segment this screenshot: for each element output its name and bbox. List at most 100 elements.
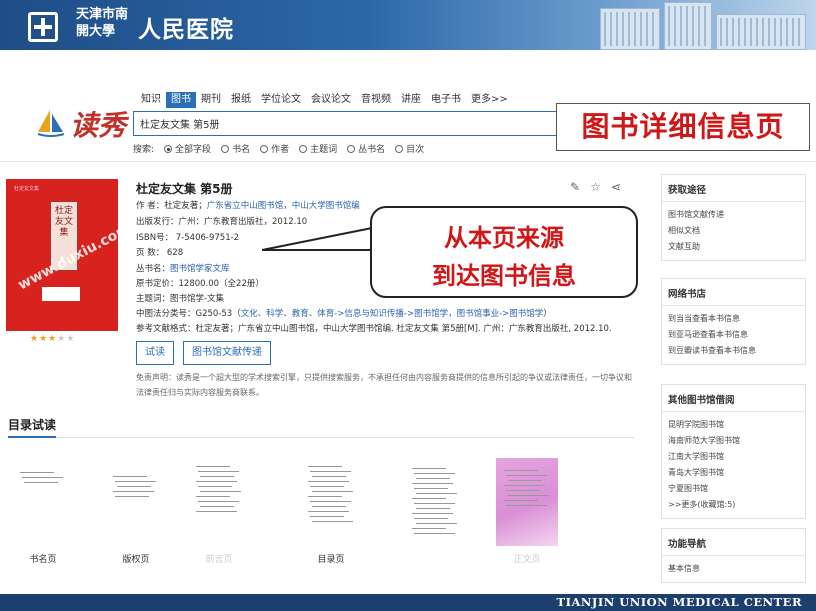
sidebar-link[interactable]: 基本信息 [668, 561, 799, 577]
book-cover-image[interactable]: 杜定友文集 杜定友文集 www.duxiu.com [6, 179, 118, 331]
citation-line: 参考文献格式：杜定友著；广东省立中山图书馆，中山大学图书馆编. 杜定友文集 第5… [136, 324, 612, 334]
toc-page-thumbnail[interactable] [105, 458, 167, 546]
author-value: 杜定友著； [164, 201, 207, 211]
author-line: 作 者：杜定友著；广东省立中山图书馆，中山大学图书馆编 [136, 199, 360, 211]
thumbnail-text-line [196, 511, 237, 512]
thumbnail-text-line [506, 505, 547, 506]
scope-option-label: 目次 [406, 145, 425, 155]
tab-5[interactable]: 会议论文 [306, 92, 356, 108]
sidebar-link[interactable]: 海南师范大学图书馆 [668, 433, 799, 449]
sidebar-link[interactable]: 青岛大学图书馆 [668, 465, 799, 481]
callout-line-1: 从本页来源 [444, 224, 564, 252]
tab-1[interactable]: 图书 [166, 92, 196, 108]
star-favorite-icon[interactable]: ☆ [590, 180, 601, 194]
thumbnail-text-line [508, 480, 542, 481]
series-link[interactable]: 图书馆学家文库 [170, 264, 230, 274]
callout-pointer [262, 227, 373, 251]
tab-4[interactable]: 学位论文 [256, 92, 306, 108]
scope-option[interactable]: 全部字段 [164, 142, 211, 155]
sidebar-link[interactable]: 相似文档 [668, 223, 799, 239]
thumbnail-text-line [22, 477, 63, 478]
sidebar-link[interactable]: 江南大学图书馆 [668, 449, 799, 465]
sidebar-link[interactable]: >>更多(收藏馆:5) [668, 497, 799, 513]
scope-option[interactable]: 作者 [260, 142, 289, 155]
rating-stars: ★ ★ ★ ★ ★ [30, 334, 74, 344]
sidebar-box: 网络书店 到当当查看本书信息 到亚马逊查看本书信息 到豆瓣读书查看本书信息 [661, 278, 806, 365]
callout-bubble: 从本页来源 到达图书信息 [370, 206, 638, 298]
search-scope-options: 搜索: 全部字段 书名 作者 主题词 丛书名 目次 [133, 142, 424, 155]
sidebar-list: 到当当查看本书信息 到亚马逊查看本书信息 到豆瓣读书查看本书信息 [662, 306, 805, 364]
thumbnail-text-line [113, 476, 147, 477]
radio-icon[interactable] [347, 145, 356, 153]
toc-page-thumbnail[interactable] [496, 458, 558, 546]
toc-page-label: 书名页 [29, 555, 57, 565]
annotation-label: 图书详细信息页 [556, 103, 810, 151]
thumbnail-text-line [308, 481, 349, 482]
toc-page-label: 前言页 [205, 555, 233, 565]
edit-icon[interactable]: ✎ [570, 180, 580, 194]
sidebar-link[interactable]: 到亚马逊查看本书信息 [668, 327, 799, 343]
disclaimer-text: 免责声明：读秀是一个超大型的学术搜索引擎，只提供搜索服务，不承担任何由内容服务商… [136, 373, 632, 397]
tab-6[interactable]: 音视频 [356, 92, 396, 108]
scope-option[interactable]: 丛书名 [347, 142, 385, 155]
thumbnail-text-line [24, 482, 58, 483]
thumbnail-text-line [504, 470, 538, 471]
tab-3[interactable]: 报纸 [226, 92, 256, 108]
cover-header-text: 杜定友文集 [14, 186, 40, 192]
thumbnail-text-line [200, 506, 234, 507]
scope-option-label: 书名 [232, 145, 251, 155]
toc-page-thumbnail[interactable] [404, 458, 466, 546]
thumbnail-text-line [310, 471, 351, 472]
tab-8[interactable]: 电子书 [426, 92, 466, 108]
toc-page-thumbnail[interactable] [12, 458, 74, 546]
page: 天津市南開大學 人民医院 读秀 知识 图书 期刊 报纸 学位论文 会议论文 音视频 讲座 电子书… [0, 0, 816, 611]
trial-read-button[interactable]: 试读 [136, 341, 174, 365]
clc-label: 中图法分类号：G250-53（ [136, 309, 241, 319]
price-line: 原书定价：12800.00（全22册） [136, 279, 264, 289]
sidebar-link[interactable]: 昆明学院图书馆 [668, 417, 799, 433]
toc-page-thumbnail[interactable] [188, 458, 250, 546]
thumbnail-text-line [416, 508, 450, 509]
sidebar-link[interactable]: 到当当查看本书信息 [668, 311, 799, 327]
scope-option-label: 作者 [271, 145, 290, 155]
radio-icon[interactable] [299, 145, 308, 153]
radio-icon[interactable] [260, 145, 269, 153]
thumbnail-text-line [308, 511, 349, 512]
clc-links[interactable]: 文化、科学、教育、体育->信息与知识传播->图书馆学，图书馆事业->图书馆学 [241, 309, 544, 319]
isbn-line: ISBN号： 7-5406-9751-2 [136, 233, 240, 243]
share-icon[interactable]: ⋖ [611, 180, 621, 194]
library-delivery-button[interactable]: 图书馆文献传递 [183, 341, 271, 365]
tab-9[interactable]: 更多>> [466, 92, 513, 108]
thumbnail-text-line [115, 481, 156, 482]
toc-title: 目录试读 [8, 418, 57, 432]
thumbnail-text-line [198, 471, 239, 472]
scope-option[interactable]: 目次 [395, 142, 424, 155]
thumbnail-text-line [312, 491, 353, 492]
toc-page-label: 版权页 [122, 555, 150, 565]
sidebar-link[interactable]: 到豆瓣读书查看本书信息 [668, 343, 799, 359]
thumbnail-text-line [310, 501, 351, 502]
thumbnail-text-line [312, 521, 353, 522]
sidebar-link[interactable]: 宁夏图书馆 [668, 481, 799, 497]
toc-page-thumbnail[interactable] [300, 458, 362, 546]
hospital-banner: 天津市南開大學 人民医院 [0, 0, 816, 50]
sidebar-link[interactable]: 文献互助 [668, 239, 799, 255]
thumbnail-text-line [416, 478, 450, 479]
thumbnail-text-line [414, 473, 455, 474]
radio-icon[interactable] [221, 145, 230, 153]
scope-option[interactable]: 书名 [221, 142, 250, 155]
sidebar-list: 昆明学院图书馆 海南师范大学图书馆 江南大学图书馆 青岛大学图书馆 宁夏图书馆 >>更多(… [662, 412, 805, 518]
tab-7[interactable]: 讲座 [396, 92, 426, 108]
pages-line: 页 数： 628 [136, 248, 184, 258]
toc-page-label: 正文页 [513, 555, 541, 565]
thumbnail-text-line [113, 491, 154, 492]
radio-icon[interactable] [395, 145, 404, 153]
author-orgs-link[interactable]: 广东省立中山图书馆，中山大学图书馆编 [207, 201, 360, 211]
tab-2[interactable]: 期刊 [196, 92, 226, 108]
thumbnail-text-line [414, 503, 455, 504]
search-input[interactable]: 杜定友文集 第5册 [133, 111, 563, 136]
radio-icon[interactable] [164, 145, 173, 153]
tab-0[interactable]: 知识 [136, 92, 166, 108]
scope-option[interactable]: 主题词 [299, 142, 337, 155]
sidebar-link[interactable]: 图书馆文献传递 [668, 207, 799, 223]
